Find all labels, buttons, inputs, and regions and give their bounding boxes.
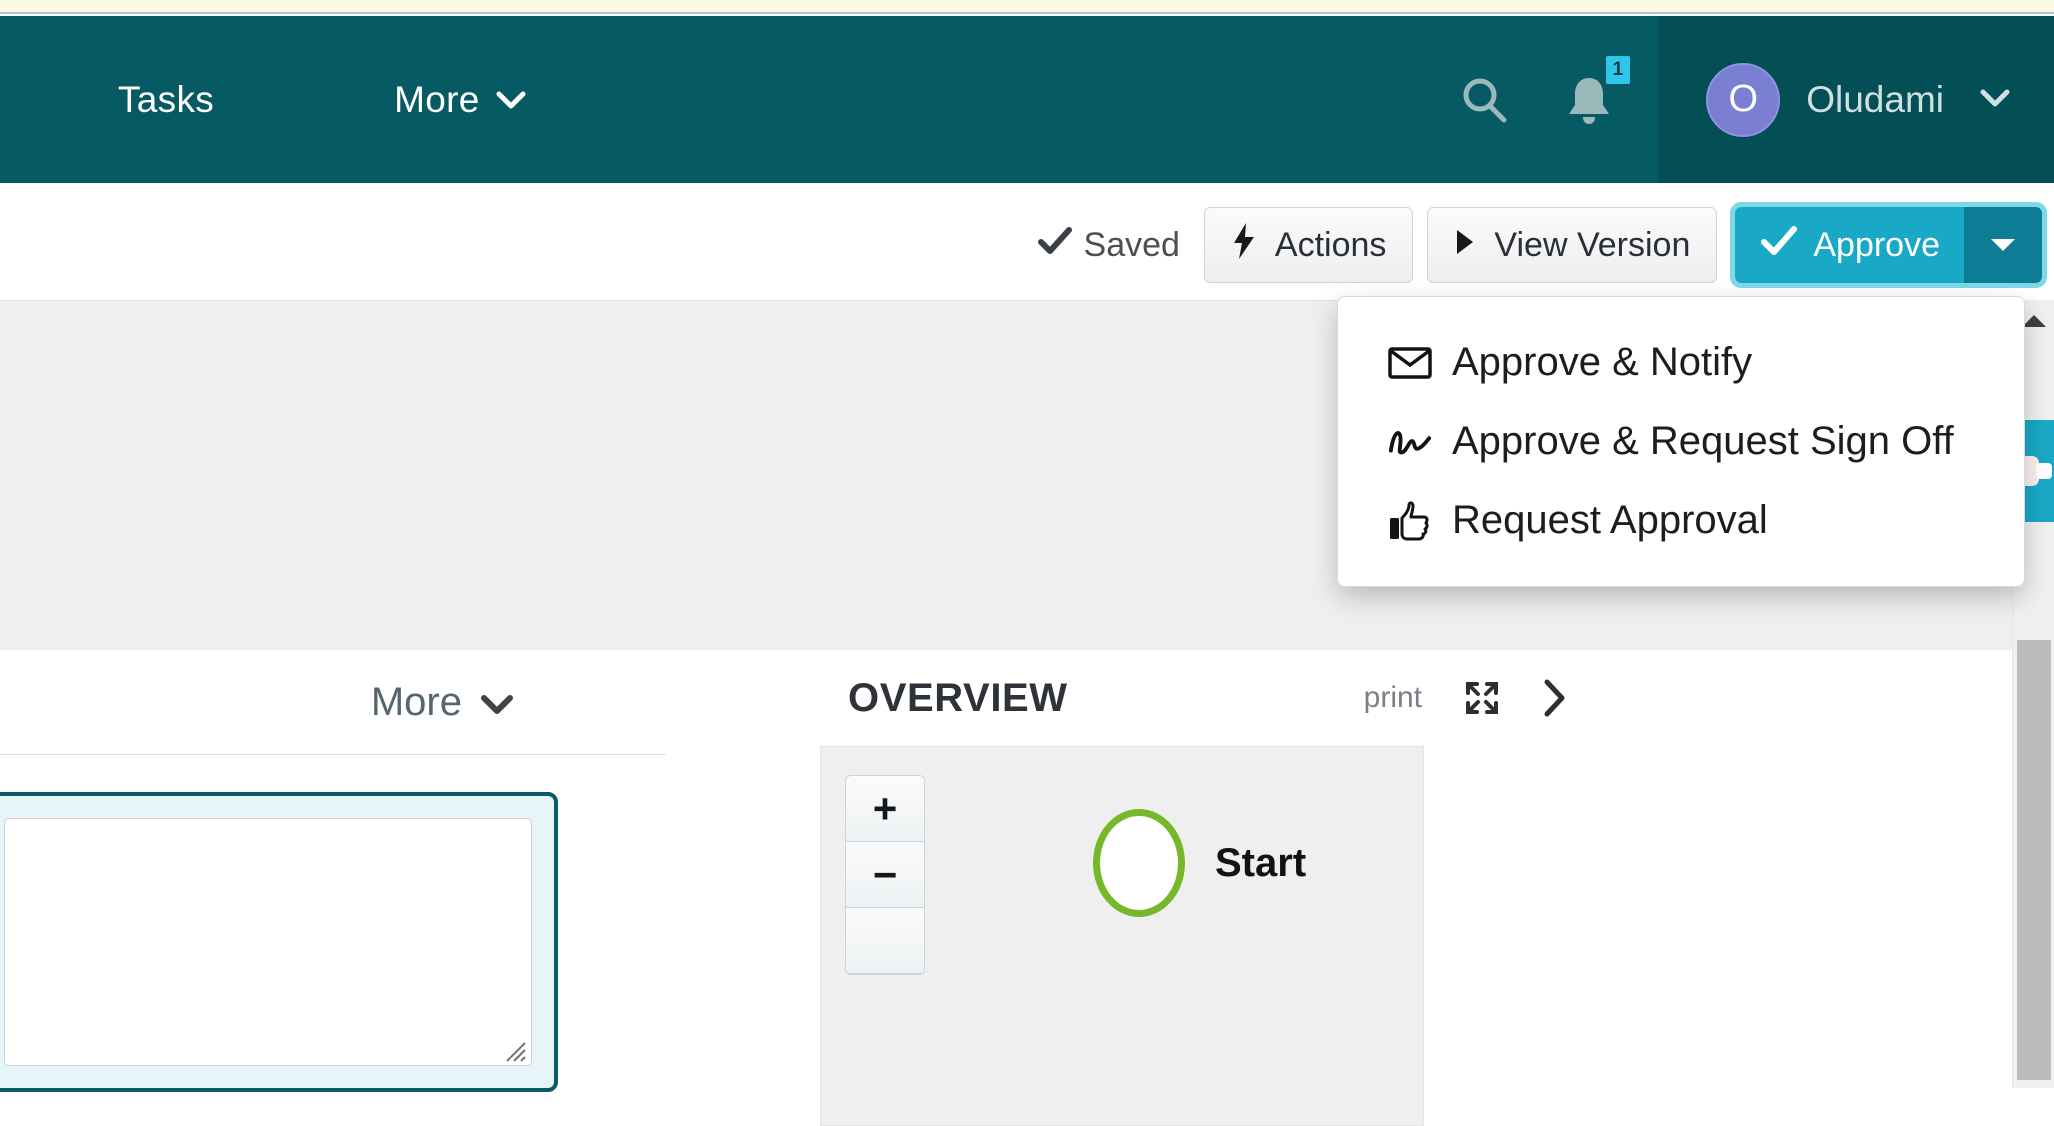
comment-textarea[interactable]: [4, 818, 532, 1066]
check-icon: [1037, 226, 1072, 265]
menu-item-label: Approve & Notify: [1452, 340, 1753, 384]
approve-button[interactable]: Approve: [1735, 207, 1964, 283]
view-version-button[interactable]: View Version: [1427, 207, 1718, 283]
menu-item-label: Approve & Request Sign Off: [1452, 419, 1954, 463]
overview-title: OVERVIEW: [848, 675, 1068, 720]
expand-arrows-icon[interactable]: [1464, 680, 1500, 716]
thumbs-up-icon: [1388, 500, 1432, 541]
top-notification-strip: [0, 0, 2054, 14]
zoom-in-button[interactable]: +: [846, 776, 924, 842]
diagram-node-start[interactable]: [1093, 809, 1185, 917]
document-toolbar: Saved Actions View Version Approve: [1037, 202, 2047, 288]
play-triangle-icon: [1454, 226, 1476, 265]
check-icon: [1761, 225, 1798, 265]
nav-item-more-label: More: [394, 78, 480, 120]
app-header: Tasks More 1 O Oludami: [0, 16, 2054, 183]
divider: [0, 754, 666, 755]
workflow-diagram-canvas[interactable]: + − Start: [820, 746, 1424, 1126]
more-toggle[interactable]: More: [371, 680, 514, 725]
left-more-row: More: [0, 650, 712, 754]
menu-item-approve-request-sign-off[interactable]: Approve & Request Sign Off: [1338, 402, 2024, 481]
more-label: More: [370, 679, 462, 724]
overview-card: OVERVIEW print + − Start: [810, 650, 1610, 1126]
bolt-icon: [1231, 222, 1257, 269]
view-version-label: View Version: [1494, 225, 1691, 264]
approve-dropdown-toggle[interactable]: [1964, 207, 2042, 283]
approve-split-button: Approve: [1730, 202, 2047, 288]
chevron-down-icon: [1980, 84, 2010, 115]
nav-item-tasks-label: Tasks: [118, 78, 215, 120]
saved-label: Saved: [1083, 225, 1180, 264]
diagram-zoom-controls: + −: [845, 775, 925, 975]
chevron-down-icon: [496, 88, 526, 115]
print-link[interactable]: print: [1364, 681, 1422, 715]
notification-badge: 1: [1605, 55, 1631, 84]
menu-item-label: Request Approval: [1452, 498, 1768, 542]
zoom-reset-button[interactable]: [846, 908, 924, 974]
approve-dropdown-menu: Approve & Notify Approve & Request Sign …: [1337, 296, 2025, 587]
bell-icon[interactable]: 1: [1564, 55, 1631, 128]
header-right-cluster: 1 O Oludami: [1456, 16, 2054, 183]
menu-item-approve-notify[interactable]: Approve & Notify: [1338, 323, 2024, 402]
actions-button[interactable]: Actions: [1203, 207, 1414, 283]
diagram-node-start-label: Start: [1215, 841, 1307, 885]
primary-nav: Tasks More: [0, 16, 526, 183]
zoom-out-button[interactable]: −: [846, 842, 924, 908]
search-icon[interactable]: [1456, 72, 1512, 128]
status-badge: Saved: [1037, 225, 1180, 265]
user-menu[interactable]: O Oludami: [1658, 16, 2054, 183]
page-body: More OVERVIEW print + − Start: [0, 650, 2054, 1126]
user-name-label: Oludami: [1806, 78, 1944, 120]
nav-item-more[interactable]: More: [394, 79, 526, 121]
avatar: O: [1706, 62, 1781, 137]
overview-tools: print: [1364, 678, 1596, 718]
signature-icon: [1388, 425, 1432, 459]
chevron-right-icon[interactable]: [1542, 678, 1568, 718]
left-column: More: [0, 650, 712, 1092]
nav-item-tasks[interactable]: Tasks: [118, 79, 214, 121]
actions-label: Actions: [1274, 225, 1387, 264]
overview-header: OVERVIEW print: [810, 650, 1610, 746]
document-toolbar-band: Saved Actions View Version Approve: [0, 183, 2054, 300]
envelope-icon: [1388, 346, 1432, 380]
scrollbar-thumb[interactable]: [2017, 640, 2051, 1080]
menu-item-request-approval[interactable]: Request Approval: [1338, 481, 2024, 560]
header-icons: 1: [1456, 16, 1658, 183]
comment-editor-panel: [0, 792, 558, 1092]
chevron-down-icon: [480, 680, 514, 725]
approve-label: Approve: [1813, 225, 1940, 264]
resize-grip-icon[interactable]: [501, 1037, 527, 1063]
